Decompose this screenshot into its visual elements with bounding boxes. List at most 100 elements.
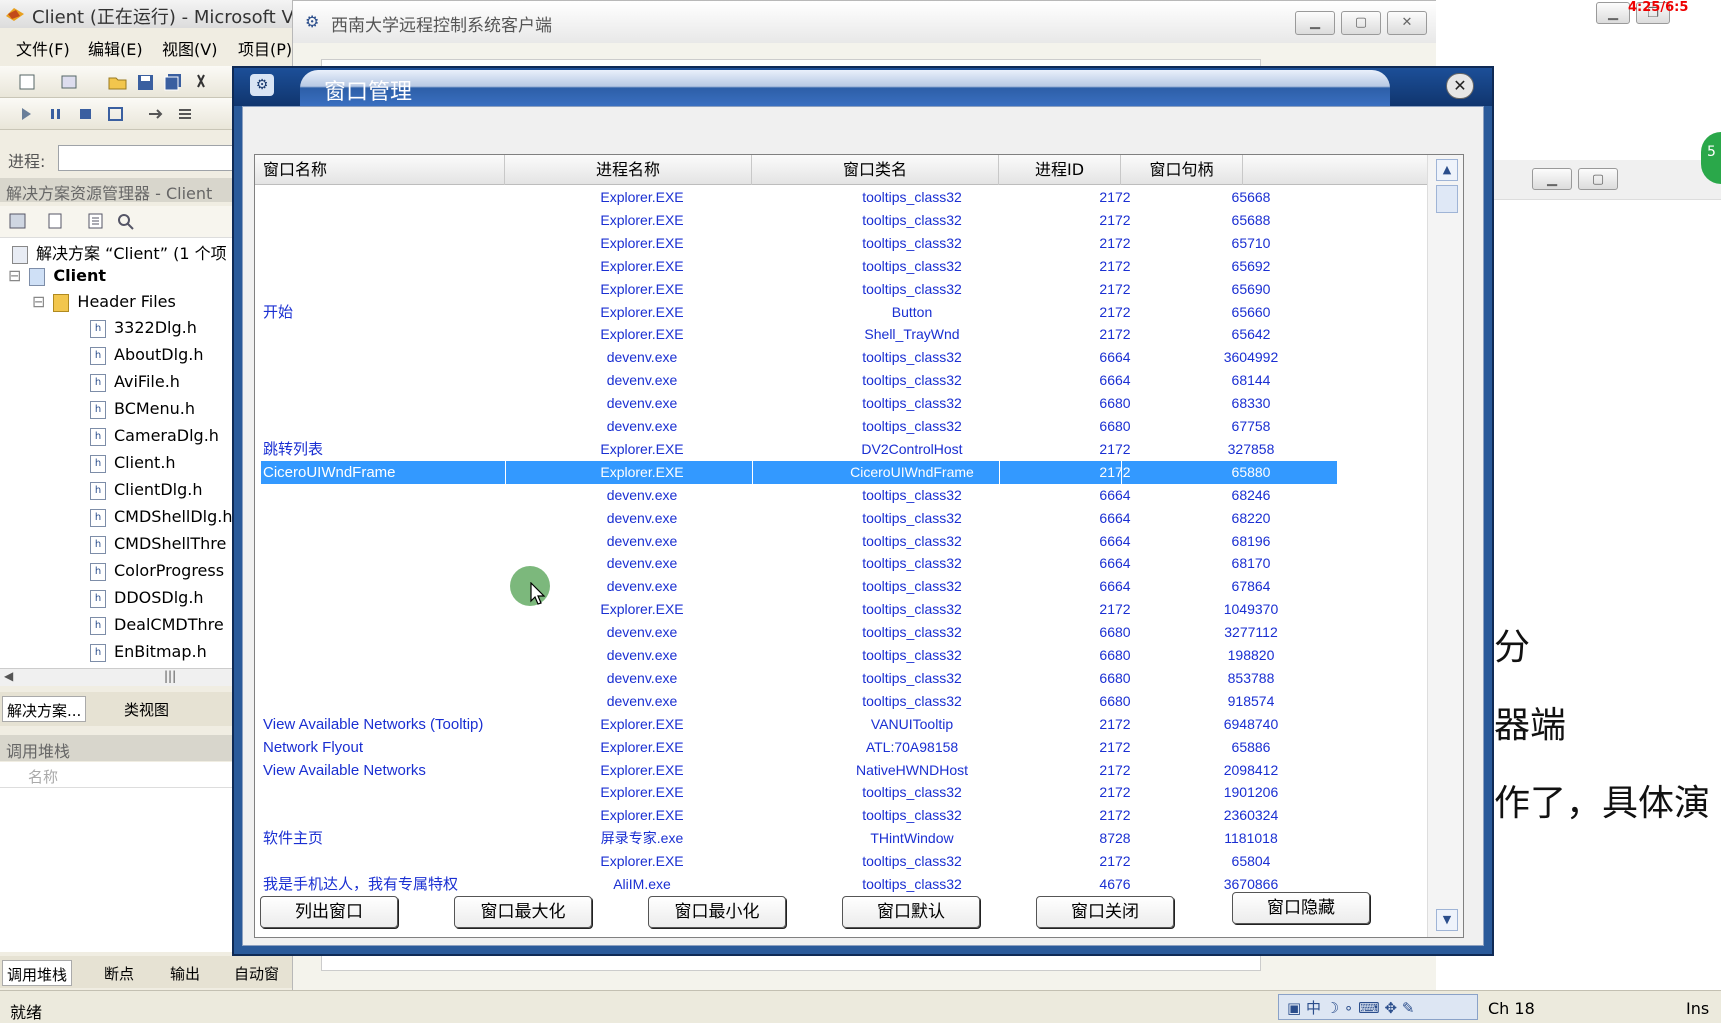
save-icon[interactable]	[136, 73, 156, 91]
tree-file[interactable]: h AboutDlg.h	[90, 345, 203, 371]
table-row[interactable]: devenv.exe tooltips_class32 6680 68330	[255, 392, 1427, 415]
tree-file[interactable]: h CMDShellThre	[90, 534, 226, 560]
open-icon[interactable]	[108, 73, 128, 91]
table-row[interactable]: View Available Networks Explorer.EXE Nativ…	[255, 759, 1427, 782]
dialog-close-button[interactable]: ✕	[1446, 73, 1474, 99]
tab-autos[interactable]: 自动窗	[230, 960, 283, 986]
minimize-button[interactable]: ▁	[1532, 168, 1572, 190]
close-window-button[interactable]: 窗口关闭	[1036, 896, 1174, 928]
table-row[interactable]: 开始 Explorer.EXE Button 2172 65660	[255, 301, 1427, 324]
table-row[interactable]: devenv.exe tooltips_class32 6664 68246	[255, 484, 1427, 507]
tree-solution[interactable]: 解决方案 “Client” (1 个项	[12, 240, 227, 266]
table-row[interactable]: Explorer.EXE tooltips_class32 2172 1049370	[255, 598, 1427, 621]
table-row[interactable]: devenv.exe tooltips_class32 6680 198820	[255, 644, 1427, 667]
column-window-name[interactable]: 窗口名称	[255, 155, 505, 185]
table-row[interactable]: Explorer.EXE tooltips_class32 2172 1901206	[255, 781, 1427, 804]
table-row[interactable]: Explorer.EXE tooltips_class32 2172 65690	[255, 278, 1427, 301]
add-item-icon[interactable]	[60, 73, 80, 91]
pause-icon[interactable]	[46, 105, 66, 123]
scroll-thumb[interactable]	[1436, 185, 1458, 213]
vertical-scrollbar[interactable]: ▲ ▼	[1427, 155, 1463, 937]
default-window-button[interactable]: 窗口默认	[842, 896, 980, 928]
tree-file[interactable]: h Client.h	[90, 453, 176, 479]
table-row[interactable]: devenv.exe tooltips_class32 6680 3277112	[255, 621, 1427, 644]
tree-file[interactable]: h ColorProgress	[90, 561, 224, 587]
ime-icon[interactable]: ▣ 中 ☽ ∘ ⌨ ✥ ✎	[1287, 997, 1414, 1018]
table-row[interactable]: devenv.exe tooltips_class32 6664 3604992	[255, 346, 1427, 369]
table-row[interactable]: Explorer.EXE tooltips_class32 2172 65688	[255, 209, 1427, 232]
save-all-icon[interactable]	[164, 73, 184, 91]
table-row[interactable]: devenv.exe tooltips_class32 6664 68220	[255, 507, 1427, 530]
menu-project[interactable]: 项目(P)	[238, 36, 292, 60]
play-icon[interactable]	[16, 105, 36, 123]
tree-file[interactable]: h CameraDlg.h	[90, 426, 219, 452]
minimize-button[interactable]: ▁	[1295, 11, 1335, 35]
tab-callstack[interactable]: 调用堆栈	[2, 960, 73, 986]
tree-file[interactable]: h ClientDlg.h	[90, 480, 202, 506]
table-row[interactable]: Explorer.EXE Shell_TrayWnd 2172 65642	[255, 323, 1427, 346]
table-row[interactable]: Explorer.EXE tooltips_class32 2172 2360324	[255, 804, 1427, 827]
properties-icon[interactable]	[8, 212, 28, 230]
menu-view[interactable]: 视图(V)	[162, 36, 217, 60]
maximize-button[interactable]: ▢	[1341, 11, 1381, 35]
table-row[interactable]: View Available Networks (Tooltip) Explore…	[255, 713, 1427, 736]
hide-window-button[interactable]: 窗口隐藏	[1232, 892, 1370, 924]
restart-icon[interactable]	[106, 105, 126, 123]
scroll-up-icon[interactable]: ▲	[1436, 159, 1458, 181]
close-button[interactable]: ✕	[1387, 11, 1427, 35]
tab-output[interactable]: 输出	[166, 960, 204, 986]
collapse-icon[interactable]: ⊟	[32, 292, 45, 311]
tree-file[interactable]: h 3322Dlg.h	[90, 318, 197, 344]
table-row[interactable]: devenv.exe tooltips_class32 6664 67864	[255, 575, 1427, 598]
view-code-icon[interactable]	[86, 212, 106, 230]
tab-breakpoints[interactable]: 断点	[100, 960, 138, 986]
minimize-button[interactable]: ▁	[1596, 2, 1630, 24]
table-row[interactable]: 软件主页 屏录专家.exe THintWindow 8728 1181018	[255, 827, 1427, 850]
scroll-left-icon[interactable]: ◀	[4, 669, 13, 683]
table-row[interactable]: Explorer.EXE tooltips_class32 2172 65692	[255, 255, 1427, 278]
table-row[interactable]: CiceroUIWndFrame Explorer.EXE CiceroUIWndF…	[255, 460, 1427, 484]
tree-project[interactable]: ⊟ Client	[8, 266, 106, 292]
table-row[interactable]: devenv.exe tooltips_class32 6664 68196	[255, 530, 1427, 553]
tab-class-view[interactable]: 类视图	[120, 696, 173, 722]
tree-file[interactable]: h DealCMDThre	[90, 615, 224, 641]
table-row[interactable]: Explorer.EXE tooltips_class32 2172 65668	[255, 186, 1427, 209]
new-project-icon[interactable]	[18, 73, 38, 91]
tree-folder[interactable]: ⊟ Header Files	[32, 292, 176, 318]
column-process-id[interactable]: 进程ID	[999, 155, 1121, 185]
menu-edit[interactable]: 编辑(E)	[88, 36, 143, 60]
show-all-files-icon[interactable]	[46, 212, 66, 230]
table-row[interactable]: devenv.exe tooltips_class32 6664 68170	[255, 552, 1427, 575]
ime-toolbar[interactable]: ▣ 中 ☽ ∘ ⌨ ✥ ✎	[1278, 994, 1478, 1020]
maximize-button[interactable]: ▢	[1578, 168, 1618, 190]
stop-icon[interactable]	[76, 105, 96, 123]
table-row[interactable]: devenv.exe tooltips_class32 6664 68144	[255, 369, 1427, 392]
step-icon[interactable]	[146, 105, 166, 123]
table-row[interactable]: Network Flyout Explorer.EXE ATL:70A98158 21…	[255, 736, 1427, 759]
minimize-window-button[interactable]: 窗口最小化	[648, 896, 786, 928]
table-row[interactable]: Explorer.EXE tooltips_class32 2172 65804	[255, 850, 1427, 873]
window-list[interactable]: 窗口名称 进程名称 窗口类名 进程ID 窗口句柄 Explorer.EXE too…	[254, 154, 1464, 938]
column-process-name[interactable]: 进程名称	[505, 155, 752, 185]
tree-file[interactable]: h EnBitmap.h	[90, 642, 207, 668]
collapse-icon[interactable]: ⊟	[8, 266, 21, 285]
table-row[interactable]: Explorer.EXE tooltips_class32 2172 65710	[255, 232, 1427, 255]
table-row[interactable]: devenv.exe tooltips_class32 6680 67758	[255, 415, 1427, 438]
step-into-icon[interactable]	[176, 105, 196, 123]
table-row[interactable]: devenv.exe tooltips_class32 6680 918574	[255, 690, 1427, 713]
class-diagram-icon[interactable]	[116, 212, 136, 230]
tree-file[interactable]: h BCMenu.h	[90, 399, 195, 425]
scroll-grip-icon[interactable]: |||	[164, 669, 176, 683]
tree-file[interactable]: h CMDShellDlg.h	[90, 507, 232, 533]
table-row[interactable]: devenv.exe tooltips_class32 6680 853788	[255, 667, 1427, 690]
maximize-window-button[interactable]: 窗口最大化	[454, 896, 592, 928]
cut-icon[interactable]	[192, 73, 212, 91]
menu-file[interactable]: 文件(F)	[16, 36, 70, 60]
tab-solution-explorer[interactable]: 解决方案...	[2, 696, 87, 722]
column-window-handle[interactable]: 窗口句柄	[1121, 155, 1243, 185]
scroll-down-icon[interactable]: ▼	[1436, 909, 1458, 931]
list-windows-button[interactable]: 列出窗口	[260, 896, 398, 928]
tree-file[interactable]: h DDOSDlg.h	[90, 588, 204, 614]
column-class-name[interactable]: 窗口类名	[752, 155, 999, 185]
tree-file[interactable]: h AviFile.h	[90, 372, 180, 398]
